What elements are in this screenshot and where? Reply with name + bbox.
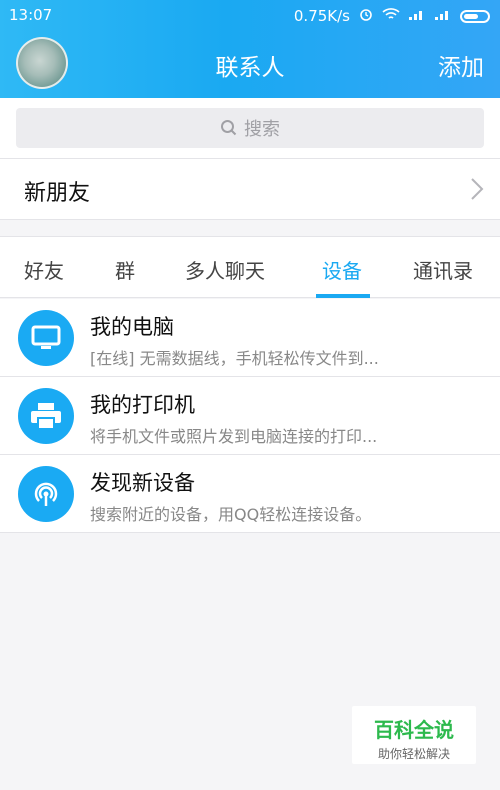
chevron-right-icon bbox=[470, 177, 484, 205]
tab-devices[interactable]: 设备 bbox=[322, 255, 362, 284]
watermark-logo: 百科全说 助你轻松解决 bbox=[352, 706, 476, 764]
device-desc: [在线] 无需数据线，手机轻松传文件到... bbox=[90, 349, 379, 368]
status-bar: 13:07 0.75K/s bbox=[0, 4, 500, 26]
contact-tabs: 好友 群 多人聊天 设备 通讯录 bbox=[0, 236, 500, 298]
device-list: 我的电脑 [在线] 无需数据线，手机轻松传文件到... 我的打印机 将手机文件或… bbox=[0, 299, 500, 533]
watermark-title: 百科全说 bbox=[374, 718, 454, 742]
search-icon bbox=[220, 119, 238, 137]
computer-icon bbox=[18, 310, 74, 366]
device-name: 我的打印机 bbox=[90, 393, 195, 417]
printer-icon bbox=[18, 388, 74, 444]
device-name: 我的电脑 bbox=[90, 315, 174, 339]
device-desc: 将手机文件或照片发到电脑连接的打印... bbox=[90, 427, 378, 446]
new-friends-row[interactable]: 新朋友 bbox=[0, 158, 500, 220]
status-time: 13:07 bbox=[9, 6, 53, 24]
signal-icon-1 bbox=[408, 7, 426, 25]
active-tab-indicator bbox=[316, 294, 370, 298]
top-bar: 13:07 0.75K/s 联系人 添加 bbox=[0, 0, 500, 98]
radar-icon bbox=[18, 466, 74, 522]
tab-groups[interactable]: 群 bbox=[115, 255, 135, 284]
status-right: 0.75K/s bbox=[294, 6, 490, 26]
tab-friends[interactable]: 好友 bbox=[24, 255, 64, 284]
signal-icon-2 bbox=[434, 7, 452, 25]
device-name: 发现新设备 bbox=[90, 471, 195, 495]
list-item[interactable]: 发现新设备 搜索附近的设备，用QQ轻松连接设备。 bbox=[0, 455, 500, 533]
list-item[interactable]: 我的打印机 将手机文件或照片发到电脑连接的打印... bbox=[0, 377, 500, 455]
new-friends-label: 新朋友 bbox=[24, 181, 91, 206]
tab-multi-chat[interactable]: 多人聊天 bbox=[185, 255, 265, 284]
tab-address-book[interactable]: 通讯录 bbox=[413, 255, 473, 284]
watermark-subtitle: 助你轻松解决 bbox=[377, 747, 450, 761]
search-placeholder: 搜索 bbox=[244, 119, 280, 140]
list-item[interactable]: 我的电脑 [在线] 无需数据线，手机轻松传文件到... bbox=[0, 299, 500, 377]
search-input[interactable]: 搜索 bbox=[16, 108, 484, 148]
page-title: 联系人 bbox=[215, 55, 285, 81]
search-area: 搜索 bbox=[0, 98, 500, 158]
device-desc: 搜索附近的设备，用QQ轻松连接设备。 bbox=[90, 505, 372, 524]
add-button[interactable]: 添加 bbox=[438, 48, 484, 82]
battery-icon bbox=[460, 9, 490, 23]
wifi-icon bbox=[382, 7, 400, 25]
alarm-icon bbox=[358, 6, 374, 26]
network-speed: 0.75K/s bbox=[293, 7, 350, 25]
